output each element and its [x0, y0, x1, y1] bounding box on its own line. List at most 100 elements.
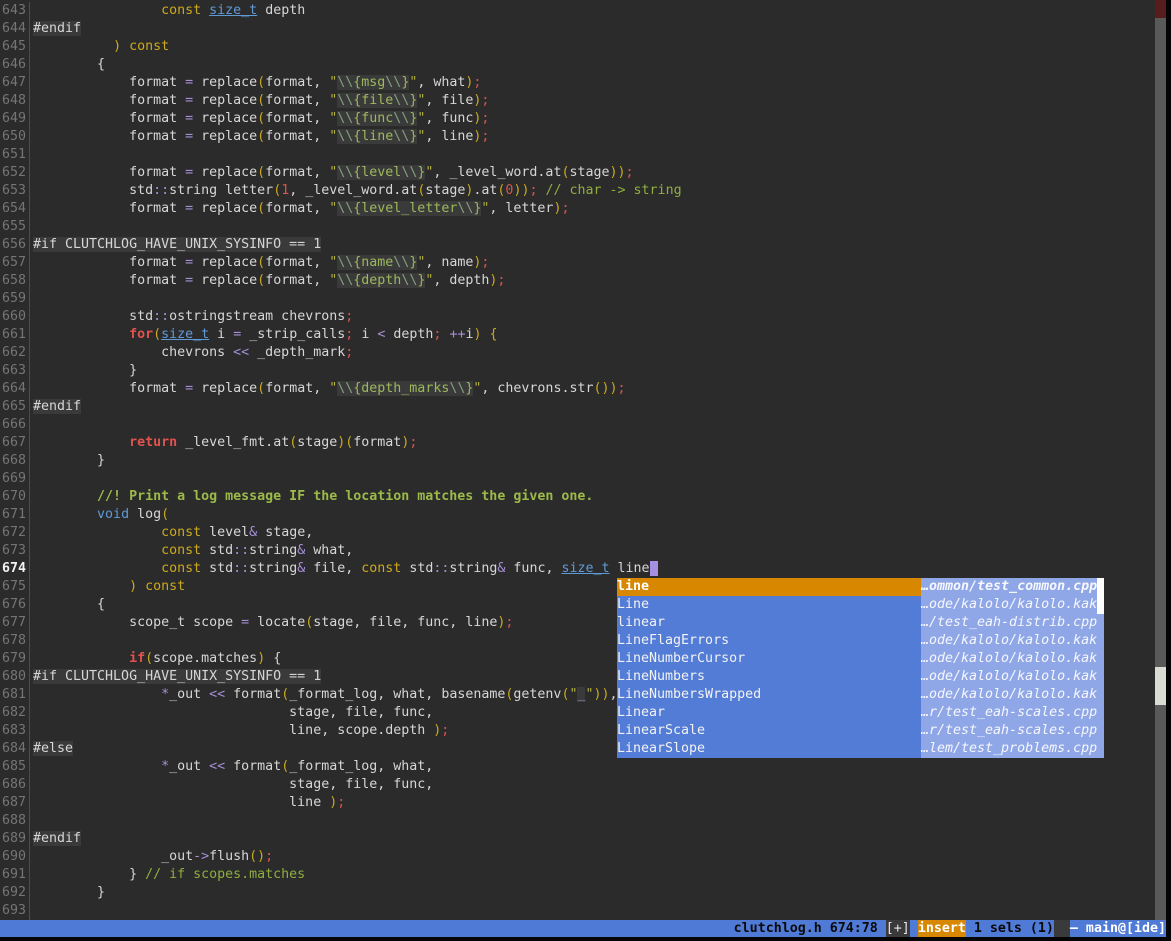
code-text: for(size_t i = _strip_calls; i < depth; … — [30, 326, 498, 344]
code-line[interactable]: 658 format = replace(format, "\\{depth\\… — [0, 272, 1155, 290]
code-line[interactable]: 643 const size_t depth — [0, 2, 1155, 20]
code-text: //! Print a log message IF the location … — [30, 488, 593, 506]
code-text: chevrons << _depth_mark; — [30, 344, 353, 362]
code-line[interactable]: 668 } — [0, 452, 1155, 470]
completion-item[interactable]: LineNumbersWrapped…ode/kalolo/kalolo.kak — [617, 686, 1097, 704]
code-text: { — [30, 596, 105, 614]
code-line[interactable]: 652 format = replace(format, "\\{level\\… — [0, 164, 1155, 182]
code-token — [33, 3, 161, 18]
code-token — [33, 489, 97, 504]
code-line[interactable]: 649 format = replace(format, "\\{func\\}… — [0, 110, 1155, 128]
code-line[interactable]: 655 — [0, 218, 1155, 236]
line-number: 666 — [0, 416, 30, 434]
completion-item[interactable]: LinearScale…r/test_eah-scales.cpp — [617, 722, 1097, 740]
code-token — [201, 3, 209, 18]
code-line[interactable]: 667 return _level_fmt.at(stage)(format); — [0, 434, 1155, 452]
code-line[interactable]: 693 — [0, 902, 1155, 920]
code-line[interactable]: 671 void log( — [0, 506, 1155, 524]
code-token: \\ — [337, 93, 353, 108]
line-number: 692 — [0, 884, 30, 902]
code-line[interactable]: 670 //! Print a log message IF the locat… — [0, 488, 1155, 506]
code-token: ) — [257, 651, 265, 666]
completion-item[interactable]: line…ommon/test_common.cpp — [617, 578, 1097, 596]
code-line[interactable]: 648 format = replace(format, "\\{file\\}… — [0, 92, 1155, 110]
code-token: = — [185, 201, 193, 216]
code-line[interactable]: 688 — [0, 812, 1155, 830]
code-text: #endif — [30, 830, 81, 848]
code-line[interactable]: 653 std::string letter(1, _level_word.at… — [0, 182, 1155, 200]
code-token — [33, 561, 161, 576]
code-line[interactable]: 659 — [0, 290, 1155, 308]
line-number: 657 — [0, 254, 30, 272]
code-token: scope_t scope — [33, 615, 241, 630]
completion-item[interactable]: LineNumbers…ode/kalolo/kalolo.kak — [617, 668, 1097, 686]
line-number: 675 — [0, 578, 30, 596]
code-line[interactable]: 673 const std::string& what, — [0, 542, 1155, 560]
code-text: format = replace(format, "\\{depth\\}", … — [30, 272, 505, 290]
code-line[interactable]: 672 const level& stage, — [0, 524, 1155, 542]
code-line[interactable]: 664 format = replace(format, "\\{depth_m… — [0, 380, 1155, 398]
code-line[interactable]: 669 — [0, 470, 1155, 488]
completion-item[interactable]: Line…ode/kalolo/kalolo.kak — [617, 596, 1097, 614]
code-text: format = replace(format, "\\{func\\}", f… — [30, 110, 489, 128]
completion-item-path: …ode/kalolo/kalolo.kak — [921, 686, 1097, 704]
code-token: {level — [353, 165, 401, 180]
code-line[interactable]: 663 } — [0, 362, 1155, 380]
scrollback-marker — [1155, 0, 1166, 18]
code-line[interactable]: 660 std::ostringstream chevrons; — [0, 308, 1155, 326]
code-line[interactable]: 685 *_out << format(_format_log, what, — [0, 758, 1155, 776]
status-file-position: clutchlog.h 674:78 — [734, 920, 878, 937]
completion-item[interactable]: LineFlagErrors…ode/kalolo/kalolo.kak — [617, 632, 1097, 650]
code-line[interactable]: 647 format = replace(format, "\\{msg\\}"… — [0, 74, 1155, 92]
completion-item[interactable]: LinearSlope…lem/test_problems.cpp — [617, 740, 1097, 758]
code-line[interactable]: 651 — [0, 146, 1155, 164]
code-token: ; — [481, 93, 489, 108]
code-token: size_t — [161, 327, 209, 342]
code-line[interactable]: 646 { — [0, 56, 1155, 74]
code-line[interactable]: 686 stage, file, func, — [0, 776, 1155, 794]
code-line[interactable]: 692 } — [0, 884, 1155, 902]
code-token: ostringstream chevrons — [169, 309, 345, 324]
code-line[interactable]: 650 format = replace(format, "\\{line\\}… — [0, 128, 1155, 146]
code-line[interactable]: 689#endif — [0, 830, 1155, 848]
code-token: ; — [505, 615, 513, 630]
code-line[interactable]: 674 const std::string& file, const std::… — [0, 560, 1155, 578]
line-number: 647 — [0, 74, 30, 92]
code-line[interactable]: 644#endif — [0, 20, 1155, 38]
popup-scrollbar-thumb[interactable] — [1097, 578, 1104, 614]
code-line[interactable]: 690 _out->flush(); — [0, 848, 1155, 866]
code-token: \\ — [393, 129, 409, 144]
code-line[interactable]: 687 line ); — [0, 794, 1155, 812]
code-line[interactable]: 645 ) const — [0, 38, 1155, 56]
code-token: \\ — [337, 255, 353, 270]
line-number: 662 — [0, 344, 30, 362]
code-line[interactable]: 691 } // if scopes.matches — [0, 866, 1155, 884]
code-line[interactable]: 654 format = replace(format, "\\{level_l… — [0, 200, 1155, 218]
code-token: replace — [193, 165, 257, 180]
code-line[interactable]: 657 format = replace(format, "\\{name\\}… — [0, 254, 1155, 272]
code-line[interactable]: 665#endif — [0, 398, 1155, 416]
line-number: 644 — [0, 20, 30, 38]
code-token: format — [225, 687, 281, 702]
code-line[interactable]: 656#if CLUTCHLOG_HAVE_UNIX_SYSINFO == 1 — [0, 236, 1155, 254]
completion-item[interactable]: Linear…r/test_eah-scales.cpp — [617, 704, 1097, 722]
code-token: {name — [353, 255, 393, 270]
code-line[interactable]: 666 — [0, 416, 1155, 434]
code-token: } — [33, 453, 105, 468]
completion-item[interactable]: LineNumberCursor…ode/kalolo/kalolo.kak — [617, 650, 1097, 668]
code-line[interactable]: 661 for(size_t i = _strip_calls; i < dep… — [0, 326, 1155, 344]
popup-scrollbar[interactable] — [1097, 578, 1104, 758]
code-line[interactable]: 662 chevrons << _depth_mark; — [0, 344, 1155, 362]
terminal-scrollbar-thumb[interactable] — [1155, 667, 1166, 705]
code-token: _out — [169, 687, 209, 702]
code-token: stage — [425, 183, 465, 198]
code-token: i — [353, 327, 377, 342]
cursor — [650, 561, 658, 576]
code-token: ; — [618, 381, 626, 396]
code-token: \\ — [337, 201, 353, 216]
line-number: 655 — [0, 218, 30, 236]
completion-item[interactable]: linear…/test_eah-distrib.cpp — [617, 614, 1097, 632]
code-token: #else — [33, 741, 73, 756]
code-token: format — [33, 111, 185, 126]
terminal-scrollbar[interactable] — [1155, 0, 1166, 920]
